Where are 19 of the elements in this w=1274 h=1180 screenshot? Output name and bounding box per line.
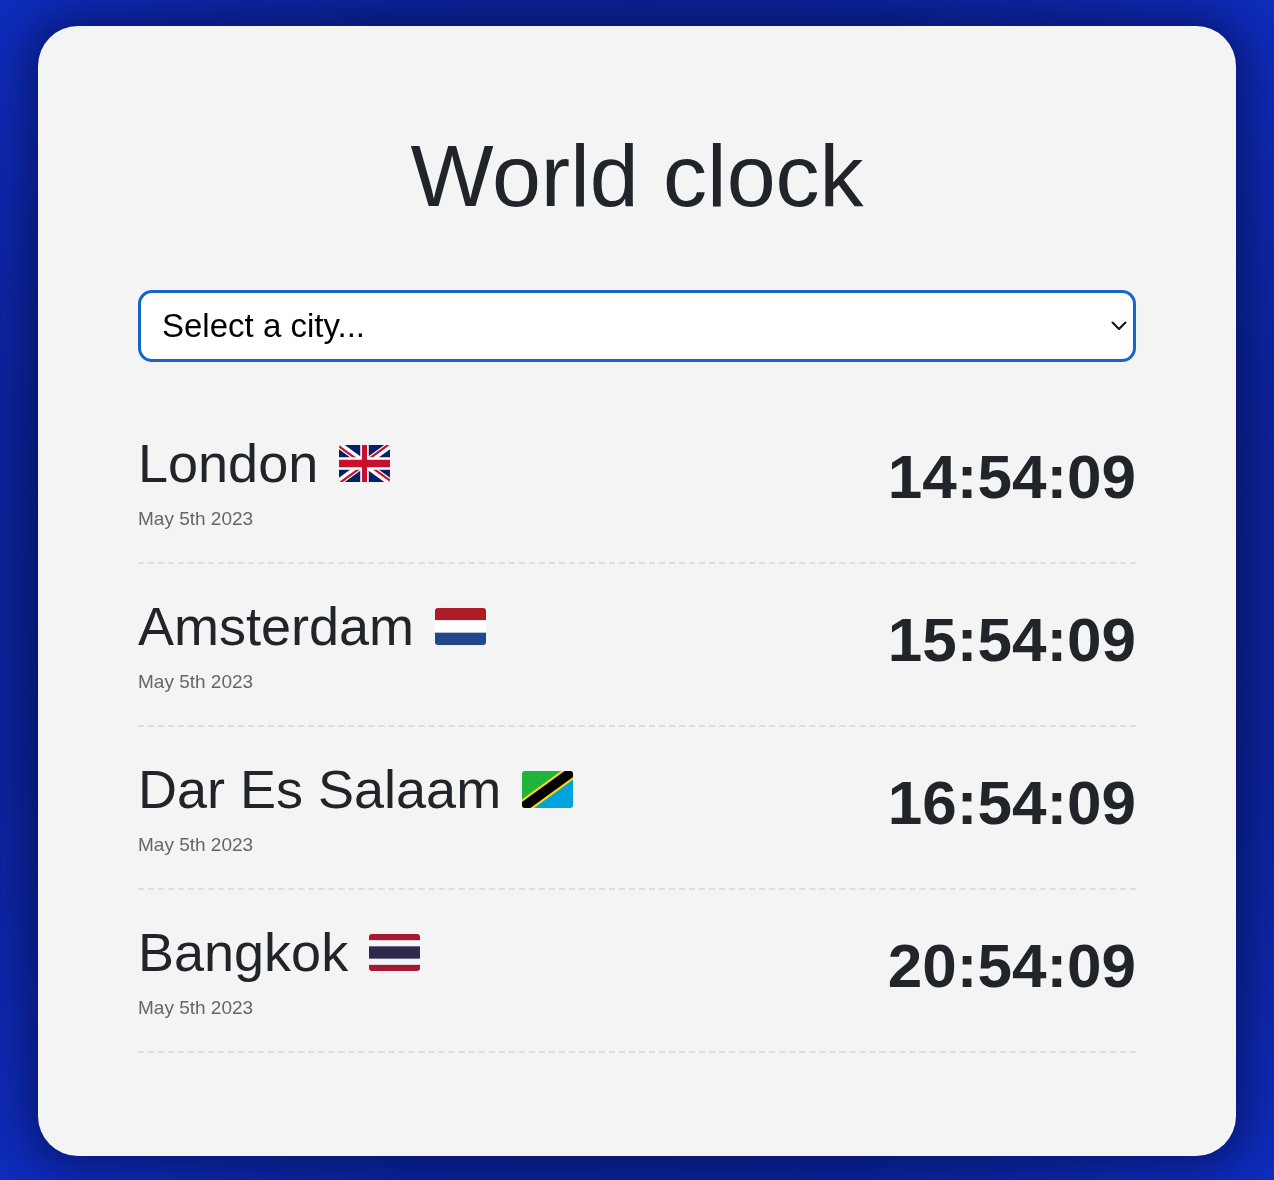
thailand-flag-icon — [369, 933, 421, 971]
city-date: May 5th 2023 — [138, 996, 255, 1021]
tanzania-flag-icon — [522, 770, 574, 808]
city-name: Dar Es Salaam — [138, 758, 502, 821]
city-time: 20:54:09 — [887, 930, 1136, 1001]
city-name: Amsterdam — [138, 595, 415, 658]
city-time: 15:54:09 — [887, 604, 1136, 675]
city-name: London — [138, 432, 319, 495]
city-time: 16:54:09 — [887, 767, 1136, 838]
city-select[interactable]: Select a city... — [138, 290, 1136, 363]
page-title: World clock — [409, 125, 865, 227]
city-date: May 5th 2023 — [138, 833, 255, 858]
city-time: 14:54:09 — [887, 441, 1136, 512]
chevron-down-icon — [1111, 321, 1127, 332]
union-jack-flag-icon — [339, 444, 391, 482]
city-date: May 5th 2023 — [138, 670, 255, 695]
city-date: May 5th 2023 — [138, 507, 255, 532]
netherlands-flag-icon — [435, 607, 487, 645]
city-name: Bangkok — [138, 921, 349, 984]
